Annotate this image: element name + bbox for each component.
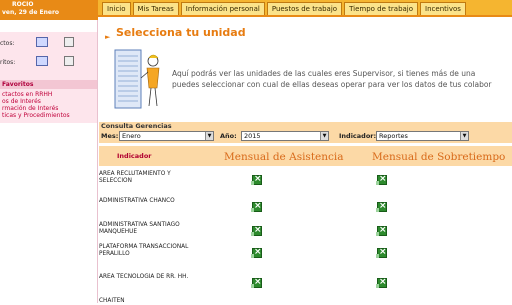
- anio-value: 2015: [244, 132, 261, 140]
- sidebar-quick-panel: ctos: ritos:: [0, 32, 97, 80]
- page-title: Selecciona tu unidad: [116, 26, 246, 39]
- unit-label: PLATAFORMA TRANSACCIONAL PERALILLO: [99, 244, 189, 257]
- intro-line: puedes seleccionar con cual de ellas des…: [172, 80, 492, 89]
- contacts-icon[interactable]: [36, 37, 48, 47]
- column-header-indicador: Indicador: [117, 152, 152, 160]
- top-nav: Inicio Mis Tareas Información personal P…: [98, 0, 512, 17]
- indicador-select[interactable]: Reportes ▼: [376, 131, 469, 141]
- excel-icon[interactable]: [251, 201, 262, 212]
- chevron-down-icon: ▼: [460, 132, 468, 140]
- excel-icon[interactable]: [376, 247, 387, 258]
- tab-tiempo-de-trabajo[interactable]: Tiempo de trabajo: [344, 2, 419, 15]
- favorite-link[interactable]: ticas y Procedimientos: [2, 112, 95, 119]
- main-content: ► Selecciona tu unidad Aquí podrás ver l…: [99, 20, 512, 304]
- indicador-label: Indicador:: [339, 132, 377, 140]
- person-with-list-illustration: [114, 49, 160, 109]
- mes-select[interactable]: Enero ▼: [119, 131, 214, 141]
- tab-incentivos[interactable]: Incentivos: [420, 2, 466, 15]
- favorites-add-icon[interactable]: [36, 56, 48, 66]
- tab-inicio[interactable]: Inicio: [102, 2, 131, 15]
- unit-label: AREA TECNOLOGIA DE RR. HH.: [99, 274, 189, 280]
- card-icon[interactable]: [64, 37, 74, 47]
- mes-label: Mes:: [101, 132, 119, 140]
- favorite-link[interactable]: os de Interés: [2, 98, 95, 105]
- excel-icon[interactable]: [376, 174, 387, 185]
- filter-header: Consulta Gerencias: [99, 122, 512, 130]
- excel-icon[interactable]: [251, 174, 262, 185]
- anio-label: Año:: [220, 132, 237, 140]
- favorites-edit-icon[interactable]: [64, 56, 74, 66]
- column-header-sobretiempo: Mensual de Sobretiempo: [372, 151, 506, 163]
- table-header: Indicador Mensual de Asistencia Mensual …: [99, 146, 512, 166]
- user-block: ROCIO ven, 29 de Enero: [0, 0, 98, 20]
- excel-icon[interactable]: [251, 225, 262, 236]
- chevron-down-icon: ▼: [320, 132, 328, 140]
- unit-label: CHAITEN: [99, 298, 125, 304]
- sidebar-row2-label: ritos:: [0, 59, 16, 66]
- favorite-link[interactable]: rmación de Interés: [2, 105, 95, 112]
- excel-icon[interactable]: [251, 247, 262, 258]
- user-name: ROCIO: [12, 1, 34, 8]
- sidebar: ctos: ritos: Favoritos ctactos en RRHH o…: [0, 20, 98, 303]
- favorites-list: ctactos en RRHH os de Interés rmación de…: [0, 89, 97, 123]
- table-row: CHAITEN: [99, 296, 512, 304]
- current-date: ven, 29 de Enero: [2, 9, 60, 16]
- filter-bar: Mes: Enero ▼ Año: 2015 ▼ Indicador: Repo…: [99, 130, 512, 143]
- tab-informacion-personal[interactable]: Información personal: [180, 2, 265, 15]
- title-arrow-icon: ►: [105, 33, 111, 41]
- unit-label: AREA RECLUTAMIENTO Y SELECCION: [99, 171, 171, 184]
- excel-icon[interactable]: [376, 201, 387, 212]
- column-header-asistencia: Mensual de Asistencia: [224, 151, 344, 163]
- sidebar-row1-label: ctos:: [0, 40, 15, 47]
- mes-value: Enero: [122, 132, 141, 140]
- favorites-header: Favoritos: [0, 80, 97, 89]
- intro-line: Aquí podrás ver las unidades de las cual…: [172, 69, 476, 78]
- excel-icon[interactable]: [251, 277, 262, 288]
- unit-label: ADMINISTRATIVA CHANCO: [99, 198, 175, 204]
- tab-puestos-de-trabajo[interactable]: Puestos de trabajo: [266, 2, 343, 15]
- unit-label: ADMINISTRATIVA SANTIAGO MANQUEHUE: [99, 222, 180, 235]
- indicador-value: Reportes: [379, 132, 408, 140]
- intro-text: Aquí podrás ver las unidades de las cual…: [172, 68, 512, 90]
- table-row: PLATAFORMA TRANSACCIONAL PERALILLO: [99, 242, 512, 275]
- tab-mis-tareas[interactable]: Mis Tareas: [132, 2, 179, 15]
- excel-icon[interactable]: [376, 225, 387, 236]
- chevron-down-icon: ▼: [205, 132, 213, 140]
- excel-icon[interactable]: [376, 277, 387, 288]
- favorite-link[interactable]: ctactos en RRHH: [2, 91, 95, 98]
- anio-select[interactable]: 2015 ▼: [241, 131, 329, 141]
